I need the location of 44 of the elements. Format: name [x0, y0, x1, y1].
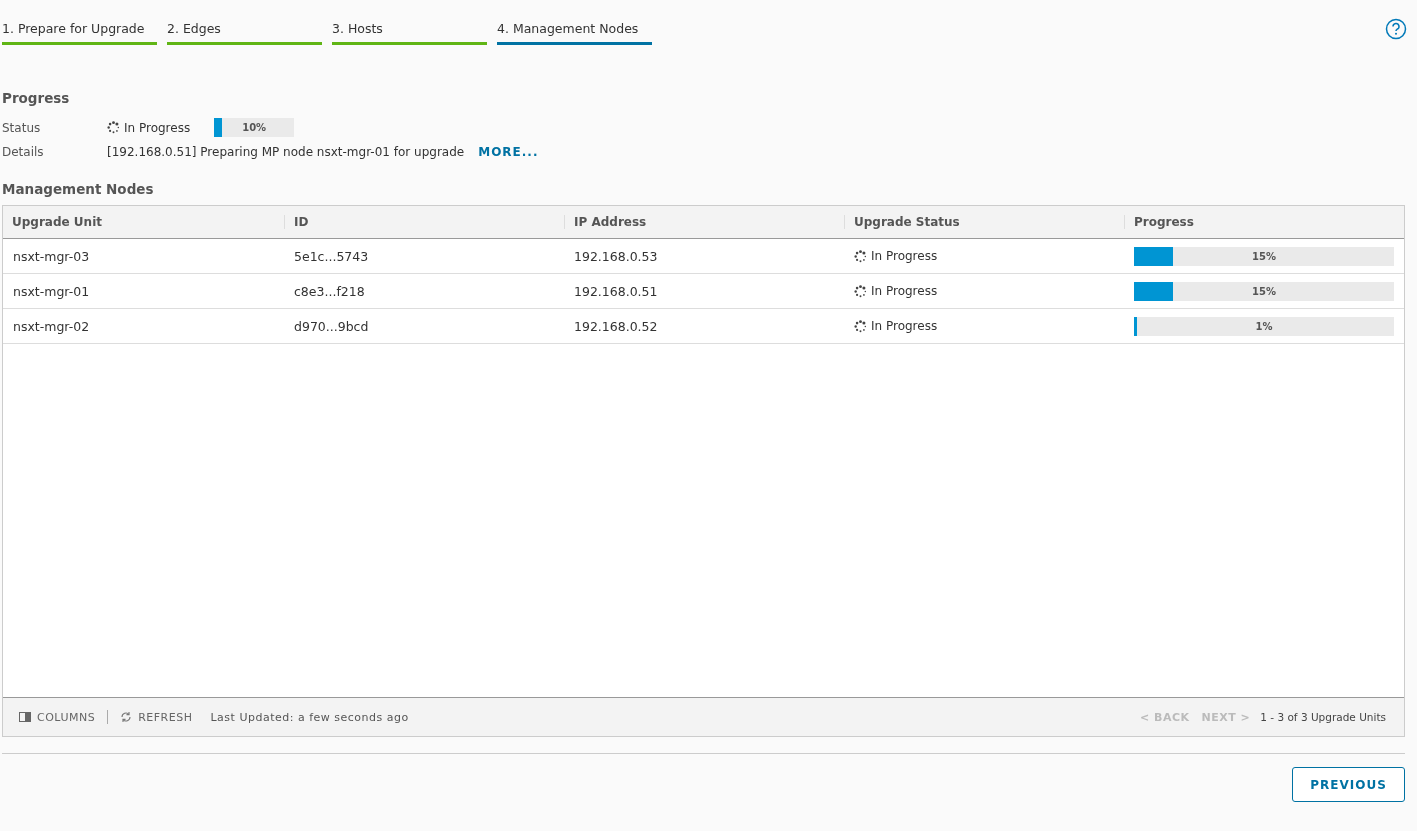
status-text: In Progress — [124, 120, 191, 135]
progress-percent: 1% — [1254, 319, 1274, 334]
previous-button[interactable]: PREVIOUS — [1292, 767, 1405, 802]
status-text: In Progress — [871, 319, 938, 333]
field-label: Details — [2, 145, 45, 159]
wizard-step-tab[interactable]: 3. Hosts — [332, 20, 487, 45]
column-header[interactable]: ID — [284, 215, 564, 229]
section-heading: Progress — [2, 90, 71, 106]
status-text: In Progress — [871, 249, 938, 263]
table-cell-text: d970...9bcd — [293, 318, 370, 334]
spinner-icon — [854, 319, 867, 333]
wizard-step-tab[interactable]: 2. Edges — [167, 20, 322, 45]
refresh-icon — [120, 711, 133, 723]
table-cell-text: c8e3...f218 — [293, 283, 366, 299]
column-header[interactable]: Progress — [1124, 215, 1404, 229]
columns-icon — [19, 712, 31, 722]
column-header[interactable]: Upgrade Unit — [3, 215, 284, 229]
status-text: In Progress — [871, 284, 938, 298]
spinner-icon — [107, 121, 120, 134]
field-label: Status — [2, 120, 42, 135]
spinner-icon — [854, 249, 867, 263]
progress-percent: 15% — [1251, 284, 1277, 299]
table-cell-text: 192.168.0.53 — [573, 248, 659, 264]
progress-percent: 10% — [241, 121, 268, 135]
columns-button[interactable]: COLUMNS — [19, 710, 96, 724]
section-heading: Management Nodes — [2, 181, 155, 197]
column-header[interactable]: IP Address — [564, 215, 844, 229]
wizard-step-tab[interactable]: 1. Prepare for Upgrade — [2, 20, 157, 45]
table-cell-text: nsxt-mgr-03 — [12, 248, 91, 264]
progress-percent: 15% — [1251, 249, 1277, 264]
last-updated-text: Last Updated: a few seconds ago — [210, 710, 409, 724]
help-icon[interactable] — [1385, 18, 1407, 40]
table-cell-text: 192.168.0.51 — [573, 283, 659, 299]
table-cell-text: 192.168.0.52 — [573, 318, 659, 334]
pagination-count: 1 - 3 of 3 Upgrade Units — [1260, 711, 1386, 723]
details-text: [192.168.0.51] Preparing MP node nsxt-mgr-01 for upgrade — [107, 145, 465, 159]
refresh-button[interactable]: REFRESH — [120, 710, 193, 724]
table-cell-text: nsxt-mgr-01 — [12, 283, 91, 299]
table-cell-text: nsxt-mgr-02 — [12, 318, 91, 334]
spinner-icon — [854, 284, 867, 298]
wizard-step-tab[interactable]: 4. Management Nodes — [497, 20, 652, 45]
more-link[interactable]: MORE... — [478, 145, 539, 159]
table-cell-text: 5e1c...5743 — [293, 248, 370, 264]
column-header[interactable]: Upgrade Status — [844, 215, 1124, 229]
